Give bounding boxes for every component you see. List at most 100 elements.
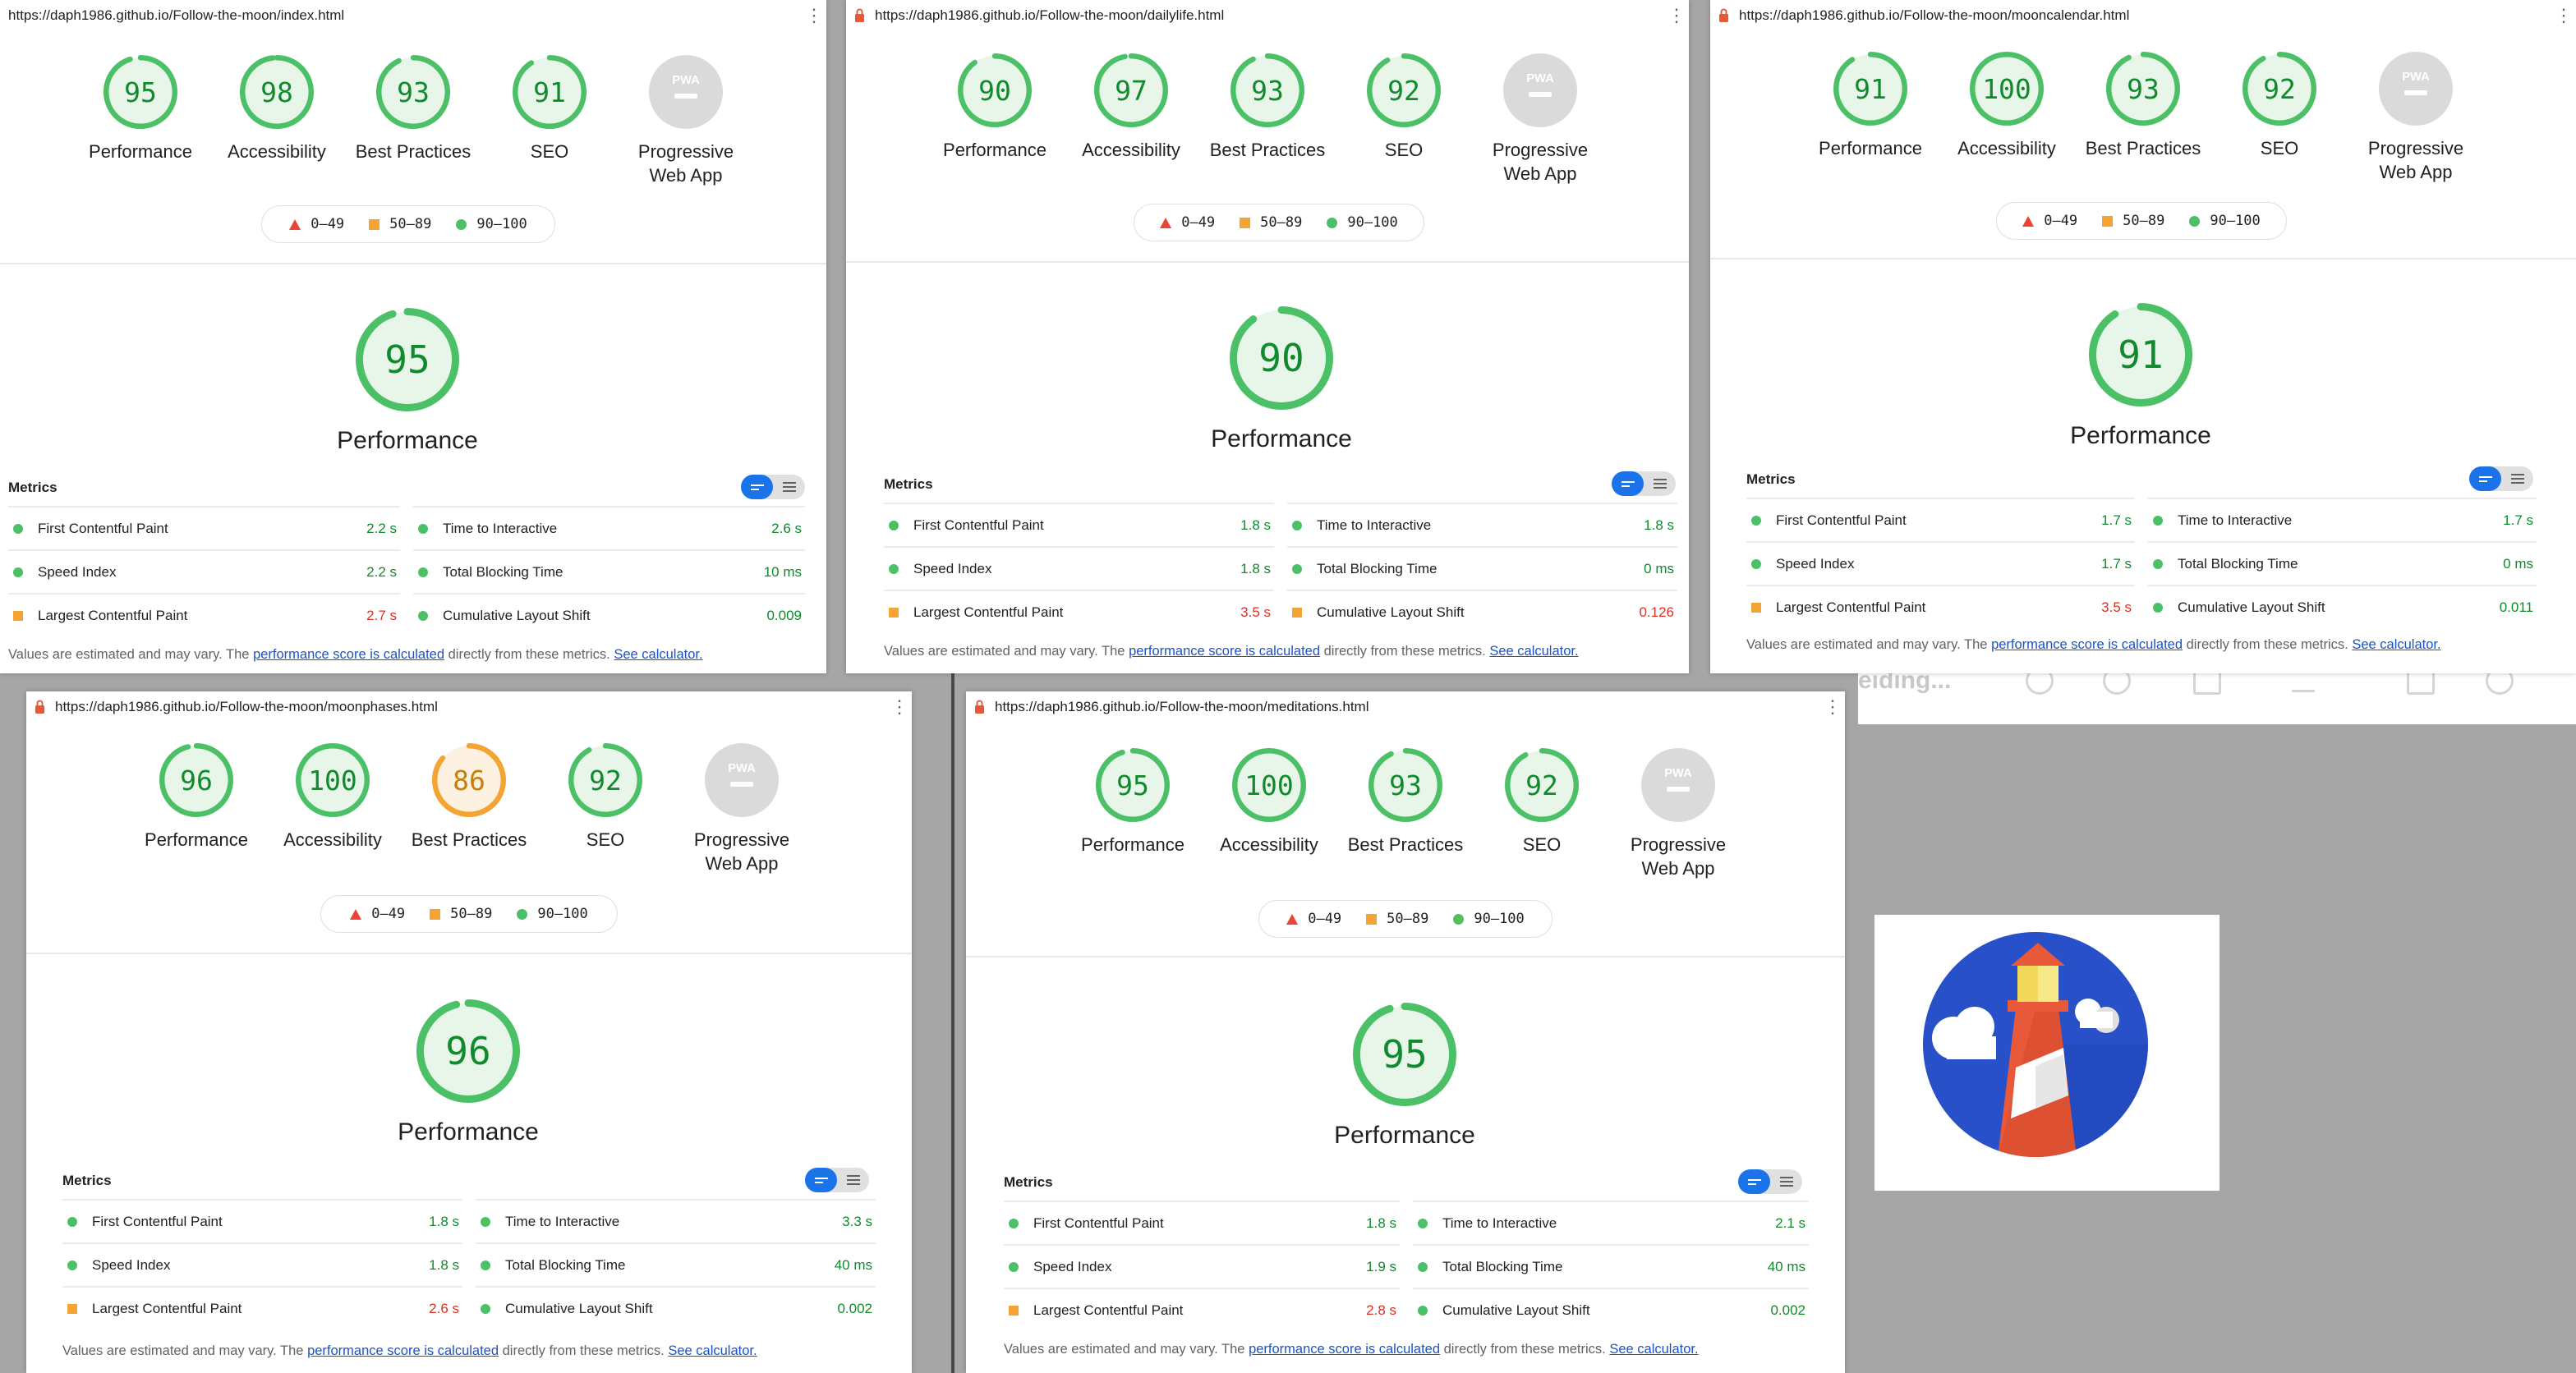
page-url[interactable]: https://daph1986.github.io/Follow-the-mo… xyxy=(55,699,887,715)
report-panel-mooncalendar: https://daph1986.github.io/Follow-the-mo… xyxy=(1710,0,2576,673)
metric-fcp[interactable]: First Contentful Paint 1.8 s xyxy=(884,503,1274,546)
expanded-view-icon[interactable] xyxy=(1644,471,1676,496)
compact-view-icon[interactable] xyxy=(741,475,773,499)
metric-lcp[interactable]: Largest Contentful Paint 3.5 s xyxy=(1746,585,2135,628)
metric-tti[interactable]: Time to Interactive 1.8 s xyxy=(1287,503,1677,546)
category-performance[interactable]: 91 Performance xyxy=(1802,51,1939,184)
category-pwa[interactable]: PWA Progressive Web App xyxy=(674,742,810,875)
category-seo[interactable]: 92 SEO xyxy=(537,742,674,875)
metrics-view-toggle[interactable] xyxy=(741,475,805,499)
category-seo[interactable]: 92 SEO xyxy=(2211,51,2348,184)
category-performance[interactable]: 96 Performance xyxy=(128,742,264,875)
metric-lcp[interactable]: Largest Contentful Paint 2.8 s xyxy=(1004,1288,1400,1331)
metric-si[interactable]: Speed Index 1.9 s xyxy=(1004,1244,1400,1288)
metric-si[interactable]: Speed Index 2.2 s xyxy=(8,549,400,593)
score-calculation-link[interactable]: performance score is calculated xyxy=(307,1343,499,1358)
category-best-practices[interactable]: 86 Best Practices xyxy=(401,742,537,875)
pass-indicator xyxy=(67,1260,77,1270)
metrics-view-toggle[interactable] xyxy=(1612,471,1676,496)
calculator-link[interactable]: See calculator. xyxy=(1489,644,1578,659)
page-url[interactable]: https://daph1986.github.io/Follow-the-mo… xyxy=(875,7,1664,24)
metrics-view-toggle[interactable] xyxy=(805,1168,869,1192)
expanded-view-icon[interactable] xyxy=(837,1168,869,1192)
expanded-view-icon[interactable] xyxy=(2501,466,2533,491)
category-seo[interactable]: 92 SEO xyxy=(1474,747,1610,880)
category-accessibility[interactable]: 97 Accessibility xyxy=(1063,53,1199,186)
category-pwa[interactable]: PWA Progressive Web App xyxy=(1472,53,1608,186)
category-pwa[interactable]: PWA Progressive Web App xyxy=(618,54,754,187)
metric-si[interactable]: Speed Index 1.8 s xyxy=(884,546,1274,590)
pwa-badge-background xyxy=(1641,748,1715,822)
category-best-practices[interactable]: 93 Best Practices xyxy=(345,54,481,187)
category-best-practices[interactable]: 93 Best Practices xyxy=(1337,747,1474,880)
calculator-link[interactable]: See calculator. xyxy=(668,1343,757,1358)
metric-cls[interactable]: Cumulative Layout Shift 0.011 xyxy=(2148,585,2537,628)
metric-cls[interactable]: Cumulative Layout Shift 0.009 xyxy=(413,593,805,636)
score-value: 100 xyxy=(308,764,357,797)
page-url[interactable]: https://daph1986.github.io/Follow-the-mo… xyxy=(995,699,1820,715)
more-options-icon[interactable]: ⋮ xyxy=(887,698,912,716)
calculator-link[interactable]: See calculator. xyxy=(2352,637,2440,652)
more-options-icon[interactable]: ⋮ xyxy=(2551,7,2576,25)
metric-lcp[interactable]: Largest Contentful Paint 3.5 s xyxy=(884,590,1274,633)
metrics-view-toggle[interactable] xyxy=(1738,1169,1802,1194)
metric-tbt[interactable]: Total Blocking Time 0 ms xyxy=(2148,541,2537,585)
score-calculation-link[interactable]: performance score is calculated xyxy=(1129,644,1320,659)
metric-fcp[interactable]: First Contentful Paint 2.2 s xyxy=(8,506,400,549)
more-options-icon[interactable]: ⋮ xyxy=(1664,7,1689,25)
category-performance[interactable]: 95 Performance xyxy=(72,54,209,187)
legend-item-average: 50–89 xyxy=(369,216,431,232)
average-indicator xyxy=(1009,1305,1019,1316)
metric-tbt[interactable]: Total Blocking Time 10 ms xyxy=(413,549,805,593)
category-accessibility[interactable]: 98 Accessibility xyxy=(209,54,345,187)
metric-cls[interactable]: Cumulative Layout Shift 0.002 xyxy=(1413,1288,1809,1331)
score-calculation-link[interactable]: performance score is calculated xyxy=(253,647,444,662)
metric-tbt[interactable]: Total Blocking Time 40 ms xyxy=(1413,1244,1809,1288)
compact-view-icon[interactable] xyxy=(2469,466,2501,491)
category-accessibility[interactable]: 100 Accessibility xyxy=(1939,51,2075,184)
category-best-practices[interactable]: 93 Best Practices xyxy=(2075,51,2211,184)
metric-tti[interactable]: Time to Interactive 2.1 s xyxy=(1413,1201,1809,1244)
calculator-link[interactable]: See calculator. xyxy=(1609,1342,1698,1357)
category-accessibility[interactable]: 100 Accessibility xyxy=(264,742,401,875)
metric-cls[interactable]: Cumulative Layout Shift 0.002 xyxy=(476,1286,876,1329)
metric-tbt[interactable]: Total Blocking Time 0 ms xyxy=(1287,546,1677,590)
page-url[interactable]: https://daph1986.github.io/Follow-the-mo… xyxy=(8,7,802,24)
category-seo[interactable]: 91 SEO xyxy=(481,54,618,187)
compact-view-icon[interactable] xyxy=(805,1168,837,1192)
metric-tti[interactable]: Time to Interactive 3.3 s xyxy=(476,1199,876,1242)
expanded-view-icon[interactable] xyxy=(773,475,805,499)
score-value: 90 xyxy=(1258,336,1304,380)
metrics-view-toggle[interactable] xyxy=(2469,466,2533,491)
metric-fcp[interactable]: First Contentful Paint 1.7 s xyxy=(1746,498,2135,541)
score-calculation-link[interactable]: performance score is calculated xyxy=(1249,1342,1440,1357)
category-seo[interactable]: 92 SEO xyxy=(1336,53,1472,186)
metric-lcp[interactable]: Largest Contentful Paint 2.6 s xyxy=(62,1286,462,1329)
category-scores: 90 Performance 97 Accessibility 93 Best … xyxy=(846,53,1689,186)
score-calculation-link[interactable]: performance score is calculated xyxy=(1991,637,2183,652)
category-performance[interactable]: 95 Performance xyxy=(1065,747,1201,880)
category-performance[interactable]: 90 Performance xyxy=(927,53,1063,186)
compact-view-icon[interactable] xyxy=(1612,471,1644,496)
category-best-practices[interactable]: 93 Best Practices xyxy=(1199,53,1336,186)
metric-fcp[interactable]: First Contentful Paint 1.8 s xyxy=(62,1199,462,1242)
metric-cls[interactable]: Cumulative Layout Shift 0.126 xyxy=(1287,590,1677,633)
pass-indicator xyxy=(418,567,428,577)
more-options-icon[interactable]: ⋮ xyxy=(1820,698,1845,716)
metric-tti[interactable]: Time to Interactive 2.6 s xyxy=(413,506,805,549)
page-url[interactable]: https://daph1986.github.io/Follow-the-mo… xyxy=(1739,7,2551,24)
category-label: Performance xyxy=(1081,834,1184,855)
metric-lcp[interactable]: Largest Contentful Paint 2.7 s xyxy=(8,593,400,636)
metric-tbt[interactable]: Total Blocking Time 40 ms xyxy=(476,1242,876,1286)
metric-fcp[interactable]: First Contentful Paint 1.8 s xyxy=(1004,1201,1400,1244)
expanded-view-icon[interactable] xyxy=(1770,1169,1802,1194)
metric-si[interactable]: Speed Index 1.8 s xyxy=(62,1242,462,1286)
calculator-link[interactable]: See calculator. xyxy=(614,647,702,662)
category-accessibility[interactable]: 100 Accessibility xyxy=(1201,747,1337,880)
metric-si[interactable]: Speed Index 1.7 s xyxy=(1746,541,2135,585)
category-pwa[interactable]: PWA Progressive Web App xyxy=(2348,51,2484,184)
more-options-icon[interactable]: ⋮ xyxy=(802,7,826,25)
category-pwa[interactable]: PWA Progressive Web App xyxy=(1610,747,1746,880)
compact-view-icon[interactable] xyxy=(1738,1169,1770,1194)
metric-tti[interactable]: Time to Interactive 1.7 s xyxy=(2148,498,2537,541)
